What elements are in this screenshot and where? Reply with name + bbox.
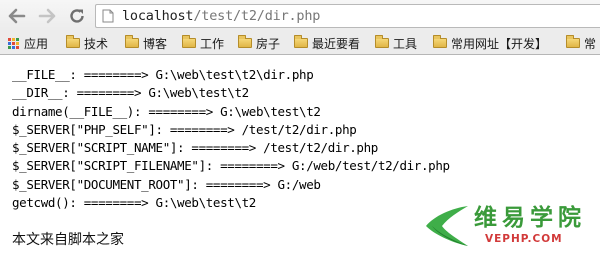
bookmark-label: 房子	[256, 36, 281, 51]
bookmarks-bar: 应用 技术 博客 工作 房子 最近要看 工具 常用网址【开发】 常	[0, 32, 600, 55]
php-output: __FILE__: ========> G:\web\test\t2\dir.p…	[12, 66, 450, 212]
footer-text: 本文来自脚本之家	[12, 232, 124, 248]
watermark-name-cn: 维易学院	[474, 205, 586, 231]
bookmark-label: 技术	[84, 36, 109, 51]
forward-button[interactable]	[36, 5, 58, 27]
reload-button[interactable]	[66, 5, 88, 27]
output-line: $_SERVER["DOCUMENT_ROOT"]: ========> G:/…	[12, 176, 321, 192]
folder-icon	[66, 35, 80, 48]
page-icon	[102, 9, 114, 23]
folder-icon	[433, 35, 447, 48]
forward-arrow-icon	[38, 8, 56, 24]
bookmark-folder[interactable]: 最近要看	[294, 35, 360, 51]
output-line: __FILE__: ========> G:\web\test\t2\dir.p…	[12, 67, 314, 82]
watermark: 维易学院 VEPHP.COM	[422, 198, 600, 260]
url-path: /test/t2/dir.php	[193, 8, 321, 24]
folder-icon	[294, 35, 308, 48]
back-arrow-icon	[8, 8, 26, 24]
folder-icon	[375, 35, 389, 48]
folder-icon	[125, 35, 139, 48]
output-line: getcwd(): ========> G:\web\test\t2	[12, 195, 256, 211]
bookmark-label: 博客	[143, 36, 168, 51]
watermark-logo-icon	[426, 206, 468, 246]
apps-grid-icon	[8, 37, 19, 49]
address-bar[interactable]: localhost/test/t2/dir.php	[95, 4, 600, 28]
bookmark-label: 工作	[200, 36, 225, 51]
bookmark-folder[interactable]: 常	[566, 35, 596, 51]
output-line: $_SERVER["PHP_SELF"]: ========> /test/t2…	[12, 121, 357, 137]
bookmark-folder[interactable]: 工作	[182, 35, 224, 51]
bookmark-apps[interactable]: 应用	[8, 35, 48, 51]
output-line: $_SERVER["SCRIPT_NAME"]: ========> /test…	[12, 140, 378, 156]
back-button[interactable]	[6, 5, 28, 27]
bookmark-folder[interactable]: 技术	[66, 35, 108, 51]
bookmark-label: 工具	[393, 36, 418, 51]
url-text: localhost/test/t2/dir.php	[122, 8, 320, 24]
folder-icon	[238, 35, 252, 48]
bookmark-label: 最近要看	[312, 36, 361, 51]
bookmark-folder[interactable]: 工具	[375, 35, 417, 51]
browser-toolbar: localhost/test/t2/dir.php	[0, 0, 600, 32]
url-host: localhost	[122, 8, 194, 24]
bookmark-folder[interactable]: 常用网址【开发】	[433, 35, 547, 51]
output-line: __DIR__: ========> G:\web\test\t2	[12, 85, 249, 101]
bookmark-folder[interactable]: 房子	[238, 35, 280, 51]
watermark-name-en: VEPHP.COM	[485, 233, 563, 245]
reload-icon	[70, 9, 84, 23]
bookmark-label: 常用网址【开发】	[451, 36, 548, 51]
output-line: dirname(__FILE__): ========> G:\web\test…	[12, 103, 321, 119]
bookmark-label: 应用	[24, 36, 49, 51]
output-line: $_SERVER["SCRIPT_FILENAME"]: ========> G…	[12, 158, 450, 174]
folder-icon	[566, 35, 580, 48]
bookmark-label: 常	[584, 36, 597, 51]
folder-icon	[182, 35, 196, 48]
bookmark-folder[interactable]: 博客	[125, 35, 167, 51]
